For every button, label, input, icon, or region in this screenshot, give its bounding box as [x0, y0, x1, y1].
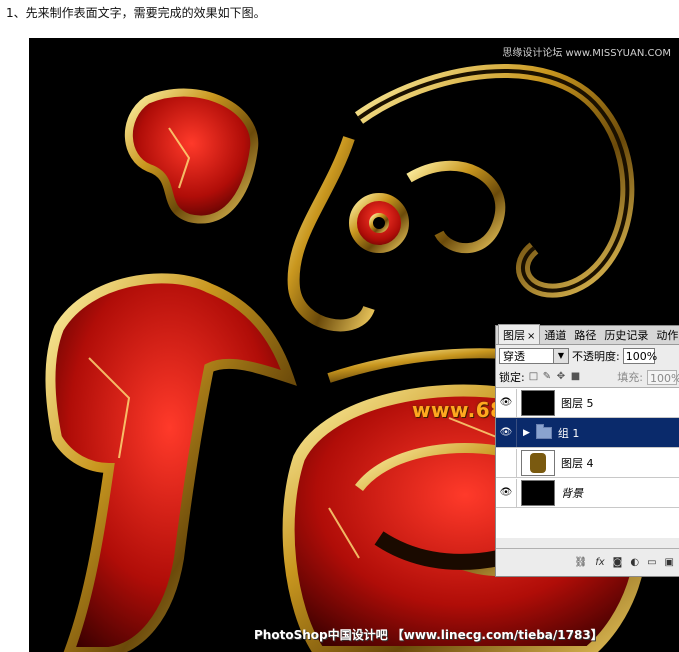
lock-all-icon[interactable]: ■: [571, 372, 581, 382]
lock-label: 锁定:: [499, 371, 525, 384]
close-icon[interactable]: ×: [527, 331, 535, 342]
fill-label: 填充:: [617, 371, 643, 384]
layer-row-background[interactable]: 👁 背景: [496, 478, 679, 508]
tab-history[interactable]: 历史记录: [600, 325, 652, 344]
fill-input[interactable]: 100%: [647, 369, 679, 385]
lock-position-icon[interactable]: ✥: [557, 372, 567, 382]
chevron-down-icon: ▼: [553, 349, 568, 363]
blend-opacity-row: 穿透 ▼ 不透明度: 100%: [496, 345, 679, 367]
layer-thumbnail: [521, 389, 555, 416]
layer-row-layer5[interactable]: 👁 图层 5: [496, 388, 679, 418]
lock-transparent-icon[interactable]: □: [529, 372, 539, 382]
mask-icon[interactable]: ◙: [613, 557, 623, 568]
expand-triangle-icon[interactable]: ▶: [523, 428, 530, 438]
layer-row-group1[interactable]: 👁 ▶ 组 1: [496, 418, 679, 448]
opacity-input[interactable]: 100%: [622, 348, 657, 364]
eye-icon[interactable]: 👁: [496, 478, 517, 507]
lock-image-icon[interactable]: ✎: [543, 372, 553, 382]
tab-layers-label: 图层: [503, 329, 525, 342]
layer-name: 背景: [561, 486, 583, 500]
layer-name: 组 1: [557, 426, 580, 440]
lock-fill-row: 锁定: □ ✎ ✥ ■ 填充: 100%: [496, 367, 679, 388]
tab-paths[interactable]: 路径: [570, 325, 600, 344]
opacity-label: 不透明度:: [572, 350, 620, 363]
layer-row-layer4[interactable]: 图层 4: [496, 448, 679, 478]
blend-mode-value: 穿透: [503, 350, 525, 363]
folder-icon[interactable]: ▭: [647, 557, 656, 568]
adjustment-icon[interactable]: ◐: [630, 557, 639, 568]
fx-icon[interactable]: fx: [595, 557, 604, 568]
eye-icon[interactable]: 👁: [496, 388, 517, 417]
panel-tabs: 图层 × 通道 路径 历史记录 动作: [496, 324, 679, 345]
tab-layers[interactable]: 图层 ×: [498, 324, 541, 344]
folder-icon: [535, 423, 552, 439]
layer-name: 图层 4: [561, 456, 594, 470]
layer-name: 图层 5: [561, 396, 594, 410]
layer-thumbnail: [521, 479, 555, 506]
new-layer-icon[interactable]: ▣: [665, 557, 674, 568]
watermark-bottom: PhotoShop中国设计吧 【www.linecg.com/tieba/178…: [254, 628, 603, 642]
eye-icon[interactable]: 👁: [496, 418, 517, 447]
blend-mode-select[interactable]: 穿透 ▼: [499, 348, 569, 364]
layers-panel: 图层 × 通道 路径 历史记录 动作 穿透 ▼ 不透明度: 100% 锁定: □ …: [495, 324, 679, 577]
panel-footer: ⛓ fx ◙ ◐ ▭ ▣: [496, 548, 679, 576]
eye-hidden-slot[interactable]: [496, 448, 517, 477]
link-icon[interactable]: ⛓: [575, 557, 588, 568]
layers-list: 👁 图层 5 👁 ▶ 组 1 图层 4 👁 背景: [496, 388, 679, 538]
tab-actions[interactable]: 动作: [652, 325, 679, 344]
watermark-top: 思缘设计论坛 www.MISSYUAN.COM: [502, 48, 671, 59]
layer-thumbnail: [521, 449, 555, 476]
tab-channels[interactable]: 通道: [540, 325, 570, 344]
instruction-caption: 1、先来制作表面文字，需要完成的效果如下图。: [6, 6, 266, 20]
